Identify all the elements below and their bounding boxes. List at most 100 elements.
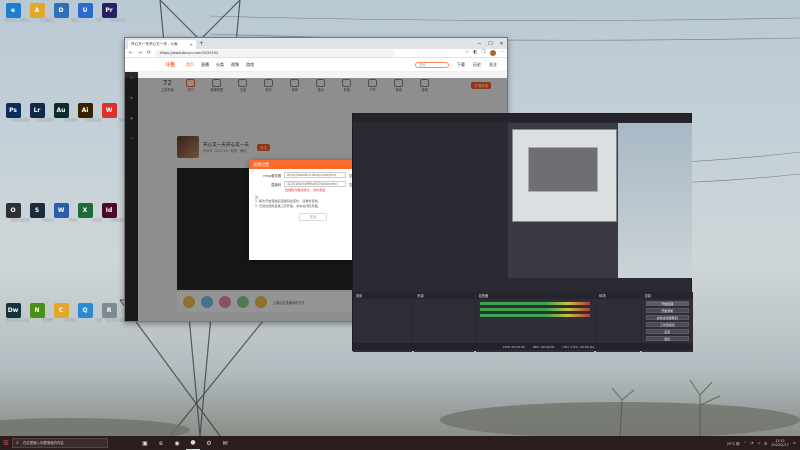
app-icon: Q	[77, 303, 93, 318]
obs-title-bar	[353, 114, 691, 122]
desktop-icon-label: InDesign	[111, 218, 126, 222]
nav-video[interactable]: 视频	[231, 62, 239, 68]
minimize-icon[interactable]: ─	[474, 41, 485, 47]
desktop-icon[interactable]: X Excel	[74, 203, 102, 222]
desktop-icon[interactable]: R Recycle Bin	[98, 303, 126, 322]
address-bar[interactable]: https://www.douyu.com/3220194	[155, 49, 395, 57]
desktop-icon[interactable]: Ps Photoshop	[2, 103, 30, 122]
nav-games[interactable]: 游戏	[246, 62, 254, 68]
cpu-readout: CPU: 1.6%, 30.00 fps	[562, 344, 595, 349]
desktop-icon[interactable]: W WPS	[98, 103, 126, 122]
network-icon[interactable]: ◔	[750, 441, 753, 445]
taskbar-app-icon[interactable]: e	[154, 436, 168, 450]
taskbar-search-placeholder: 在这里输入你要搜索的内容	[23, 441, 64, 445]
maximize-icon[interactable]: ☐	[485, 41, 496, 47]
desktop-icon[interactable]: e Microsoft Edge	[2, 3, 30, 22]
obs-control-button[interactable]: 开始直播	[645, 301, 689, 306]
site-search-input[interactable]: 搜索	[415, 61, 449, 68]
server-label: rtmp服务器	[263, 173, 281, 178]
obs-control-button[interactable]: 启动虚拟摄像机	[645, 315, 689, 320]
desktop-icon[interactable]: Pr Premiere	[98, 3, 126, 22]
clock-date: 2022/2/17	[771, 443, 789, 447]
dock-title: 混音器	[475, 292, 595, 299]
ime-indicator[interactable]: 中	[764, 441, 767, 446]
header-follow-link[interactable]: 关注	[489, 62, 497, 68]
preview-wallpaper	[618, 123, 692, 278]
key-label: 直播码	[271, 182, 281, 187]
favorite-star-icon[interactable]: ☆	[465, 50, 469, 56]
desktop-icon[interactable]: N NVIDIA	[26, 303, 54, 322]
notification-icon[interactable]: ▭	[793, 441, 796, 445]
audio-meter	[479, 302, 591, 305]
back-arrow-icon[interactable]: ←	[128, 50, 134, 56]
browser-tab-title: 开心又一天开心又一天 - 斗鱼	[131, 42, 178, 46]
obs-control-button[interactable]: 开始录制	[645, 308, 689, 313]
weather-widget[interactable]: 25°C 阴	[727, 441, 740, 446]
desktop-icon[interactable]: S Steam	[26, 203, 54, 222]
browser-tab-active[interactable]: 开心又一天开心又一天 - 斗鱼 ✕	[128, 40, 196, 49]
clock[interactable]: 13:11 2022/2/17	[771, 439, 788, 447]
browser-toolbar: ← → ⟳ https://www.douyu.com/3220194 ☆ ◧ …	[125, 49, 507, 58]
app-icon: Id	[101, 203, 117, 218]
desktop-icon[interactable]: Q QQ	[74, 303, 102, 322]
server-field[interactable]: rtmp://sendtc3.douyu.com/live	[284, 172, 346, 178]
header-right: 搜索 下载 历史 关注	[415, 61, 507, 68]
desktop-icon[interactable]: Lr Lightroom	[26, 103, 54, 122]
desktop-icon[interactable]: W Word	[50, 203, 78, 222]
desktop-icon[interactable]: Dw Dreamweaver	[2, 303, 30, 322]
app-icon: C	[53, 303, 69, 318]
app-icon: Pr	[101, 3, 117, 18]
obs-status-bar: LIVE: 00:00:00 REC: 00:00:00 CPU: 1.6%, …	[353, 343, 693, 350]
more-menu-icon[interactable]: ⋯	[500, 50, 505, 56]
app-icon: e	[5, 3, 21, 18]
collections-icon[interactable]: ❐	[481, 50, 485, 56]
tray-chevron-icon[interactable]: ⌃	[744, 441, 747, 445]
volume-icon[interactable]: ◁	[757, 441, 760, 445]
app-icon: X	[77, 203, 93, 218]
desktop-icon[interactable]: A ACDSee	[26, 3, 54, 22]
profile-avatar-icon[interactable]	[489, 50, 496, 56]
desktop-icon[interactable]: O OBS Studio	[2, 203, 30, 222]
taskbar-apps: ▣ e ◉ ● ⚙ ✉	[138, 436, 232, 450]
nav-home[interactable]: 首页	[186, 62, 194, 68]
header-download-link[interactable]: 下载	[457, 62, 465, 68]
dock-title: 转场	[596, 292, 640, 299]
taskbar-search-box[interactable]: ⌕ 在这里输入你要搜索的内容	[12, 438, 108, 448]
desktop-icon[interactable]: C Chrome	[50, 303, 78, 322]
extensions-icon[interactable]: ◧	[473, 50, 477, 56]
nav-live[interactable]: 直播	[201, 62, 209, 68]
dialog-close-button[interactable]: 关闭	[299, 212, 327, 221]
site-logo[interactable]: 斗鱼	[165, 61, 175, 68]
app-icon: W	[101, 103, 117, 118]
obs-control-button[interactable]: 退出	[645, 336, 689, 341]
taskbar-app-icon[interactable]: ◉	[170, 436, 184, 450]
app-icon: Lr	[29, 103, 45, 118]
obs-control-button[interactable]: 设置	[645, 329, 689, 334]
taskbar-app-icon[interactable]: ⚙	[202, 436, 216, 450]
header-history-link[interactable]: 历史	[473, 62, 481, 68]
nav-category[interactable]: 分类	[216, 62, 224, 68]
browser-tab-bar: 开心又一天开心又一天 - 斗鱼 ✕ + ─ ☐ ✕	[125, 38, 507, 49]
tab-close-icon[interactable]: ✕	[190, 42, 193, 47]
rec-timer: REC: 00:00:00	[532, 344, 555, 349]
taskbar-app-icon[interactable]: ●	[186, 436, 200, 450]
taskbar-app-icon[interactable]: ✉	[218, 436, 232, 450]
obs-preview[interactable]	[508, 123, 692, 278]
dock-title: 场景	[353, 292, 413, 299]
desktop-icon[interactable]: Au Audition	[50, 103, 78, 122]
system-tray: 25°C 阴 ⌃ ◔ ◁ 中 13:11 2022/2/17 ▭	[727, 439, 800, 447]
desktop-icon[interactable]: Id InDesign	[98, 203, 126, 222]
desktop-icon[interactable]: Ai Illustrator	[74, 103, 102, 122]
forward-arrow-icon[interactable]: →	[137, 50, 143, 56]
desktop-icon[interactable]: U UU	[74, 3, 102, 22]
desktop-icon[interactable]: D Dell	[50, 3, 78, 22]
taskbar-app-icon[interactable]: ▣	[138, 436, 152, 450]
obs-control-button[interactable]: 工作室模式	[645, 322, 689, 327]
reload-icon[interactable]: ⟳	[146, 50, 152, 56]
start-button-icon[interactable]: ⊞	[0, 439, 12, 447]
app-icon: N	[29, 303, 45, 318]
preview-nested-capture	[528, 147, 598, 192]
new-tab-plus-icon[interactable]: +	[199, 40, 204, 47]
app-icon: S	[29, 203, 45, 218]
close-window-icon[interactable]: ✕	[496, 41, 507, 47]
